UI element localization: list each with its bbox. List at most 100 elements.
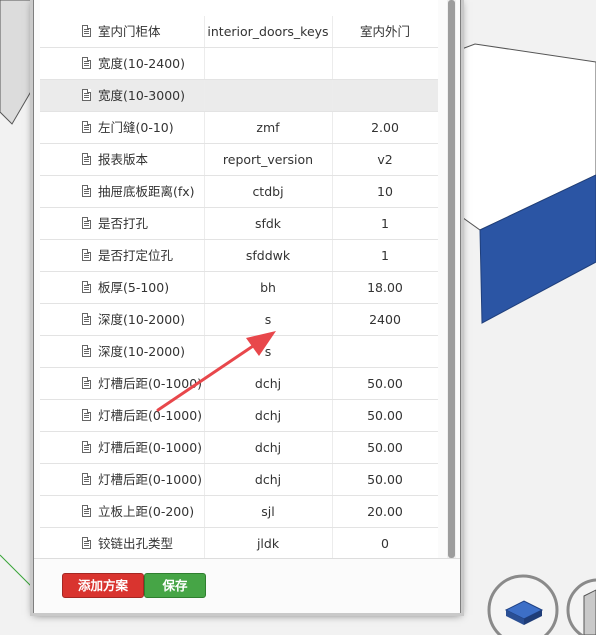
document-icon: [82, 57, 91, 69]
parameter-name-cell: 室内门柜体: [40, 16, 205, 47]
parameter-name-cell: 左门缝(0-10): [40, 112, 205, 143]
parameter-name-cell: 深度(10-2000): [40, 336, 205, 367]
parameter-key-cell: dchj: [204, 432, 333, 463]
parameter-name-cell: 宽度(10-2400): [40, 48, 205, 79]
table-row[interactable]: 宽度(10-3000): [40, 80, 438, 112]
parameter-value-cell[interactable]: 18.00: [332, 272, 438, 303]
table-row[interactable]: 灯槽后距(0-1000) dchj 50.00: [40, 400, 438, 432]
parameter-key-cell: s: [204, 336, 333, 367]
parameter-key-cell: interior_doors_keys: [204, 16, 333, 47]
document-icon: [82, 505, 91, 517]
parameter-value-cell[interactable]: 室内外门: [332, 16, 438, 47]
table-row[interactable]: 灯槽后距(0-1000) dchj 50.00: [40, 368, 438, 400]
table-row[interactable]: 铰链出孔类型 jldk 0: [40, 528, 438, 558]
parameter-name: 是否打定位孔: [98, 248, 174, 263]
parameter-name-cell: 铰链出孔类型: [40, 528, 205, 558]
table-row[interactable]: 深度(10-2000) s: [40, 336, 438, 368]
dialog-footer: 添加方案 保存: [34, 558, 460, 613]
table-row[interactable]: 板厚(5-100) bh 18.00: [40, 272, 438, 304]
parameter-key-cell: zmf: [204, 112, 333, 143]
parameter-value-cell[interactable]: 50.00: [332, 368, 438, 399]
parameter-value-cell[interactable]: 50.00: [332, 464, 438, 495]
left-box-face: [0, 0, 34, 125]
document-icon: [82, 89, 91, 101]
document-icon: [82, 441, 91, 453]
parameter-value-cell[interactable]: 20.00: [332, 496, 438, 527]
parameter-value-cell[interactable]: v2: [332, 144, 438, 175]
table-row[interactable]: 灯槽后距(0-1000) dchj 50.00: [40, 464, 438, 496]
parameter-key-cell: report_version: [204, 144, 333, 175]
table-row[interactable]: 立板上距(0-200) sjl 20.00: [40, 496, 438, 528]
parameter-name: 抽屉底板距离(fx): [98, 184, 195, 199]
parameter-key-cell: sfddwk: [204, 240, 333, 271]
parameter-key-cell: sjl: [204, 496, 333, 527]
parameter-value-cell[interactable]: 10: [332, 176, 438, 207]
parameter-name-cell: 灯槽后距(0-1000): [40, 400, 205, 431]
table-row[interactable]: 灯槽后距(0-1000) dchj 50.00: [40, 432, 438, 464]
parameter-value-cell[interactable]: [332, 48, 438, 79]
parameter-name-cell: 灯槽后距(0-1000): [40, 368, 205, 399]
parameter-key-cell: jldk: [204, 528, 333, 558]
table-row[interactable]: 是否打定位孔 sfddwk 1: [40, 240, 438, 272]
parameter-value-cell[interactable]: 2400: [332, 304, 438, 335]
parameter-name: 灯槽后距(0-1000): [98, 440, 203, 455]
parameter-key-cell: [204, 80, 333, 111]
table-row[interactable]: 抽屉底板距离(fx) ctdbj 10: [40, 176, 438, 208]
document-icon: [82, 409, 91, 421]
parameter-name-cell: 深度(10-2000): [40, 304, 205, 335]
parameter-key-cell: dchj: [204, 464, 333, 495]
parameter-name-cell: 宽度(10-3000): [40, 80, 205, 111]
document-icon: [82, 217, 91, 229]
parameter-name-cell: 报表版本: [40, 144, 205, 175]
document-icon: [82, 313, 91, 325]
parameter-value-cell[interactable]: 1: [332, 208, 438, 239]
document-icon: [82, 249, 91, 261]
parameter-name-cell: 是否打孔: [40, 208, 205, 239]
parameter-key-cell: ctdbj: [204, 176, 333, 207]
parameter-key-cell: dchj: [204, 400, 333, 431]
parameter-key-cell: s: [204, 304, 333, 335]
parameter-value-cell[interactable]: 1: [332, 240, 438, 271]
parameter-value-cell[interactable]: [332, 80, 438, 111]
parameter-name: 立板上距(0-200): [98, 504, 195, 519]
table-row[interactable]: 室内门柜体 interior_doors_keys 室内外门: [40, 16, 438, 48]
scrollbar-thumb[interactable]: [448, 0, 455, 558]
document-icon: [82, 345, 91, 357]
table-row[interactable]: 宽度(10-2400): [40, 48, 438, 80]
parameter-name: 灯槽后距(0-1000): [98, 408, 203, 423]
table-row[interactable]: 报表版本 report_version v2: [40, 144, 438, 176]
parameter-name: 宽度(10-3000): [98, 88, 185, 103]
parameter-key-cell: dchj: [204, 368, 333, 399]
table-row[interactable]: 深度(10-2000) s 2400: [40, 304, 438, 336]
parameter-name: 报表版本: [98, 152, 149, 167]
add-scheme-button[interactable]: 添加方案: [62, 573, 144, 598]
table-row[interactable]: 是否打孔 sfdk 1: [40, 208, 438, 240]
document-icon: [82, 121, 91, 133]
save-button[interactable]: 保存: [144, 573, 206, 598]
document-icon: [82, 185, 91, 197]
table-row[interactable]: 左门缝(0-10) zmf 2.00: [40, 112, 438, 144]
document-icon: [82, 473, 91, 485]
parameter-name-cell: 灯槽后距(0-1000): [40, 464, 205, 495]
parameter-name: 是否打孔: [98, 216, 149, 231]
view-cube-icon: [487, 574, 596, 635]
parameter-name: 铰链出孔类型: [98, 536, 174, 551]
parameter-name: 板厚(5-100): [98, 280, 170, 295]
parameter-key-cell: bh: [204, 272, 333, 303]
parameter-value-cell[interactable]: 50.00: [332, 400, 438, 431]
parameter-name: 深度(10-2000): [98, 344, 185, 359]
parameter-dialog: 室内门柜体 interior_doors_keys 室内外门 宽度(10-2400) 宽…: [33, 0, 461, 613]
parameter-name-cell: 板厚(5-100): [40, 272, 205, 303]
parameter-value-cell[interactable]: 0: [332, 528, 438, 558]
document-icon: [82, 377, 91, 389]
vertical-scrollbar[interactable]: [447, 0, 456, 560]
parameter-value-cell[interactable]: [332, 336, 438, 367]
parameter-value-cell[interactable]: 50.00: [332, 432, 438, 463]
document-icon: [82, 281, 91, 293]
parameter-key-cell: [204, 48, 333, 79]
parameter-name: 灯槽后距(0-1000): [98, 472, 203, 487]
parameter-name: 深度(10-2000): [98, 312, 185, 327]
parameter-value-cell[interactable]: 2.00: [332, 112, 438, 143]
parameter-name-cell: 抽屉底板距离(fx): [40, 176, 205, 207]
parameter-name: 左门缝(0-10): [98, 120, 174, 135]
